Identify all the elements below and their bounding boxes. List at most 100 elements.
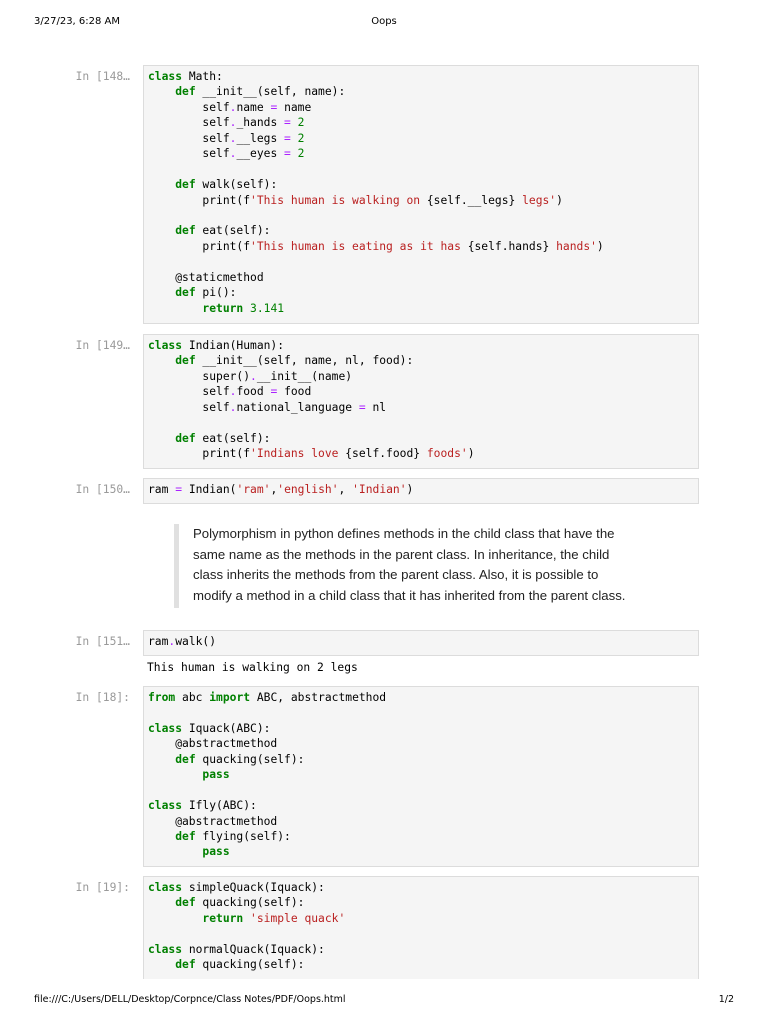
code-token: 2: [297, 116, 305, 130]
code-line: class normalQuack(Iquack):: [148, 942, 698, 957]
code-token: walk(self):: [195, 178, 278, 192]
code-token: legs': [515, 193, 557, 207]
code-token: def: [175, 431, 196, 445]
code-token: def: [175, 85, 196, 99]
code-line: ram.walk(): [148, 634, 698, 649]
code-token: foods': [420, 447, 468, 461]
cell-prompt: In [18]:: [75, 691, 130, 704]
code-token: print(f: [148, 193, 251, 207]
code-line: self.name = name: [148, 100, 698, 115]
code-token: quacking(self):: [195, 958, 305, 972]
cell-prompt: In [19]:: [75, 881, 130, 894]
code-token: 'ram': [236, 483, 271, 496]
code-input[interactable]: ram = Indian('ram','english', 'Indian'): [143, 478, 699, 504]
cell-prompt: In [149…: [75, 339, 130, 352]
code-token: =: [358, 400, 366, 414]
code-token: __init__(self, name, nl, food):: [195, 354, 414, 368]
code-input[interactable]: ram.walk(): [143, 630, 699, 656]
code-token: 'This human is eating as it has: [250, 239, 468, 253]
output-line: This human is walking on 2 legs: [147, 661, 358, 674]
code-token: def: [175, 224, 196, 238]
markdown-line: same name as the methods in the parent c…: [193, 546, 610, 562]
code-token: def: [175, 178, 196, 192]
code-line: ram = Indian('ram','english', 'Indian'): [148, 482, 698, 497]
code-token: quacking(self):: [195, 752, 305, 766]
code-token: class: [148, 721, 183, 735]
code-line: class simpleQuack(Iquack):: [148, 880, 698, 895]
markdown-line: class inherits the methods from the pare…: [193, 567, 599, 583]
code-token: @abstractmethod: [148, 814, 278, 828]
code-token: class: [148, 799, 183, 813]
code-line: return 3.141: [148, 301, 698, 316]
code-line: self.__legs = 2: [148, 131, 698, 146]
code-line: def quacking(self):: [148, 895, 698, 910]
code-line: class Indian(Human):: [148, 338, 698, 353]
code-token: self: [148, 131, 230, 145]
code-token: quacking(self):: [195, 896, 305, 910]
code-token: self: [148, 116, 230, 130]
code-line: @abstractmethod: [148, 736, 698, 751]
markdown-line: modify a method in a child class that it…: [193, 587, 626, 603]
code-line: pass: [148, 844, 698, 859]
code-line: def __init__(self, name, nl, food):: [148, 353, 698, 368]
code-line: class Iquack(ABC):: [148, 721, 698, 736]
code-token: def: [175, 829, 196, 843]
code-token: ,: [338, 483, 353, 496]
code-token: def: [175, 354, 196, 368]
code-token: 'Indians love: [250, 447, 346, 461]
code-line: def walk(self):: [148, 177, 698, 192]
code-token: Math:: [182, 70, 223, 83]
code-line: super().__init__(name): [148, 369, 698, 384]
code-token: self: [148, 100, 230, 114]
cell-output: This human is walking on 2 legs: [147, 660, 358, 675]
code-token: name: [277, 100, 312, 114]
markdown-cell: Polymorphism in python defines methods i…: [174, 524, 644, 608]
code-line: pass: [148, 767, 698, 782]
code-token: print(f: [148, 447, 251, 461]
code-token: print(f: [148, 239, 251, 253]
code-line: self.__eyes = 2: [148, 146, 698, 161]
file-path: file:///C:/Users/DELL/Desktop/Corpnce/Cl…: [34, 994, 346, 1005]
code-token: eat(self):: [195, 224, 271, 238]
code-input[interactable]: class simpleQuack(Iquack): def quacking(…: [143, 876, 699, 979]
code-token: def: [175, 958, 196, 972]
code-input[interactable]: class Indian(Human): def __init__(self, …: [143, 334, 699, 469]
code-token: return: [202, 301, 244, 315]
code-line: def quacking(self):: [148, 752, 698, 767]
code-token: 3.141: [250, 301, 285, 315]
code-input[interactable]: class Math: def __init__(self, name): se…: [143, 65, 699, 324]
markdown-line: Polymorphism in python defines methods i…: [193, 526, 615, 541]
code-token: nl: [365, 400, 387, 414]
code-token: @staticmethod: [148, 270, 264, 284]
code-line: self.national_language = nl: [148, 400, 698, 415]
code-token: __eyes: [236, 147, 285, 161]
code-token: class: [148, 339, 183, 352]
code-token: .: [250, 369, 257, 383]
code-line: self._hands = 2: [148, 115, 698, 130]
code-input[interactable]: from abc import ABC, abstractmethod class…: [143, 686, 699, 867]
code-token: def: [175, 896, 196, 910]
code-line: class Ifly(ABC):: [148, 798, 698, 813]
code-token: __init__(name): [256, 369, 353, 383]
cell-prompt: In [151…: [75, 635, 130, 648]
code-token: national_language: [236, 400, 359, 414]
code-line: class Math:: [148, 69, 698, 84]
code-token: simpleQuack(Iquack):: [182, 881, 325, 894]
code-token: 'english': [277, 483, 339, 496]
cell-prompt: In [150…: [75, 483, 130, 496]
code-token: return: [202, 911, 244, 925]
